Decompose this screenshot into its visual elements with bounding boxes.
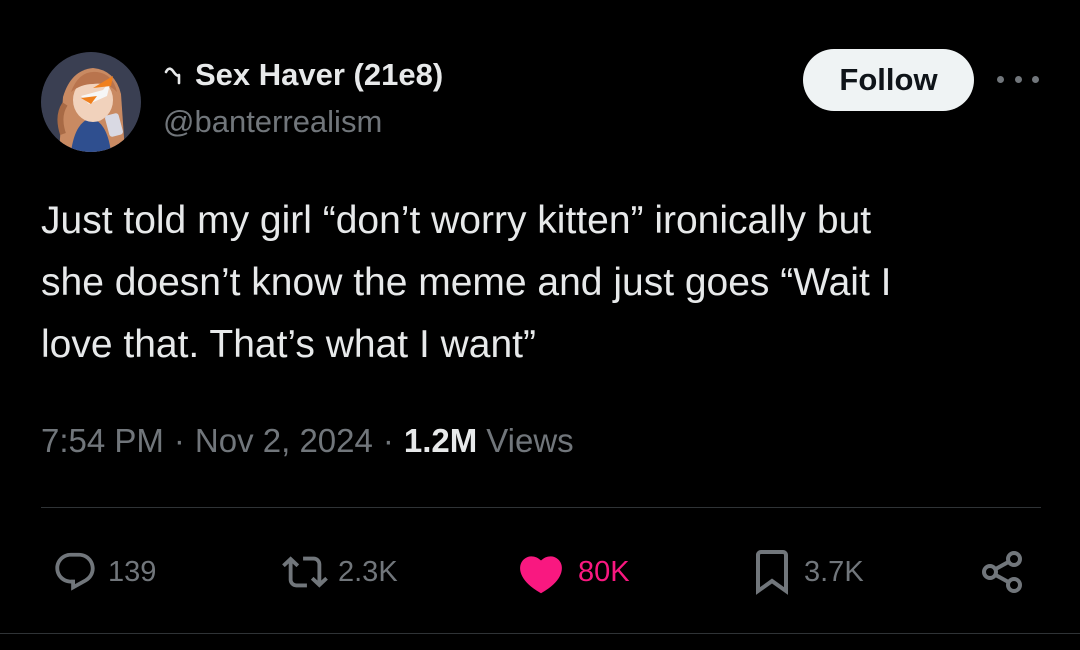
- heart-icon: [514, 549, 568, 595]
- retweet-icon: [282, 549, 328, 595]
- dot: [1032, 75, 1039, 83]
- retweet-count: 2.3K: [338, 555, 398, 588]
- tweet-meta: 7:54 PM · Nov 2, 2024 · 1.2M Views: [41, 420, 574, 462]
- tweet-time[interactable]: 7:54 PM: [41, 422, 164, 460]
- avatar[interactable]: [41, 52, 141, 152]
- action-bar: 139 2.3K 80K 3.7K: [0, 540, 1080, 604]
- anime-character-avatar-icon: [41, 52, 141, 152]
- tweet-date[interactable]: Nov 2, 2024: [195, 422, 373, 460]
- more-dots-icon[interactable]: [997, 66, 1039, 92]
- tilde-squiggle-icon: [163, 63, 187, 87]
- bookmark-icon: [750, 547, 794, 597]
- share-button[interactable]: [978, 540, 1026, 604]
- share-icon: [978, 548, 1026, 596]
- display-name[interactable]: Sex Haver (21e8): [195, 57, 443, 93]
- tweet-text: Just told my girl “don’t worry kitten” i…: [41, 199, 892, 366]
- user-name-row[interactable]: Sex Haver (21e8): [163, 55, 443, 95]
- like-button[interactable]: 80K: [514, 540, 630, 604]
- separator: ·: [173, 422, 185, 459]
- like-count: 80K: [578, 555, 630, 588]
- divider: [41, 507, 1041, 508]
- user-handle[interactable]: @banterrealism: [163, 104, 382, 140]
- reply-count: 139: [108, 555, 157, 588]
- divider: [0, 633, 1080, 634]
- dot: [1014, 75, 1022, 83]
- dot: [997, 75, 1004, 83]
- separator: ·: [382, 422, 394, 459]
- views-count[interactable]: 1.2M: [404, 422, 477, 460]
- views-label: Views: [486, 422, 574, 459]
- follow-button[interactable]: Follow: [803, 49, 974, 111]
- reply-button[interactable]: 139: [52, 540, 156, 604]
- tweet: Sex Haver (21e8) @banterrealism Follow J…: [0, 0, 1080, 650]
- reply-icon: [52, 549, 98, 595]
- bookmark-count: 3.7K: [804, 555, 864, 588]
- retweet-button[interactable]: 2.3K: [282, 540, 398, 604]
- bookmark-button[interactable]: 3.7K: [750, 540, 864, 604]
